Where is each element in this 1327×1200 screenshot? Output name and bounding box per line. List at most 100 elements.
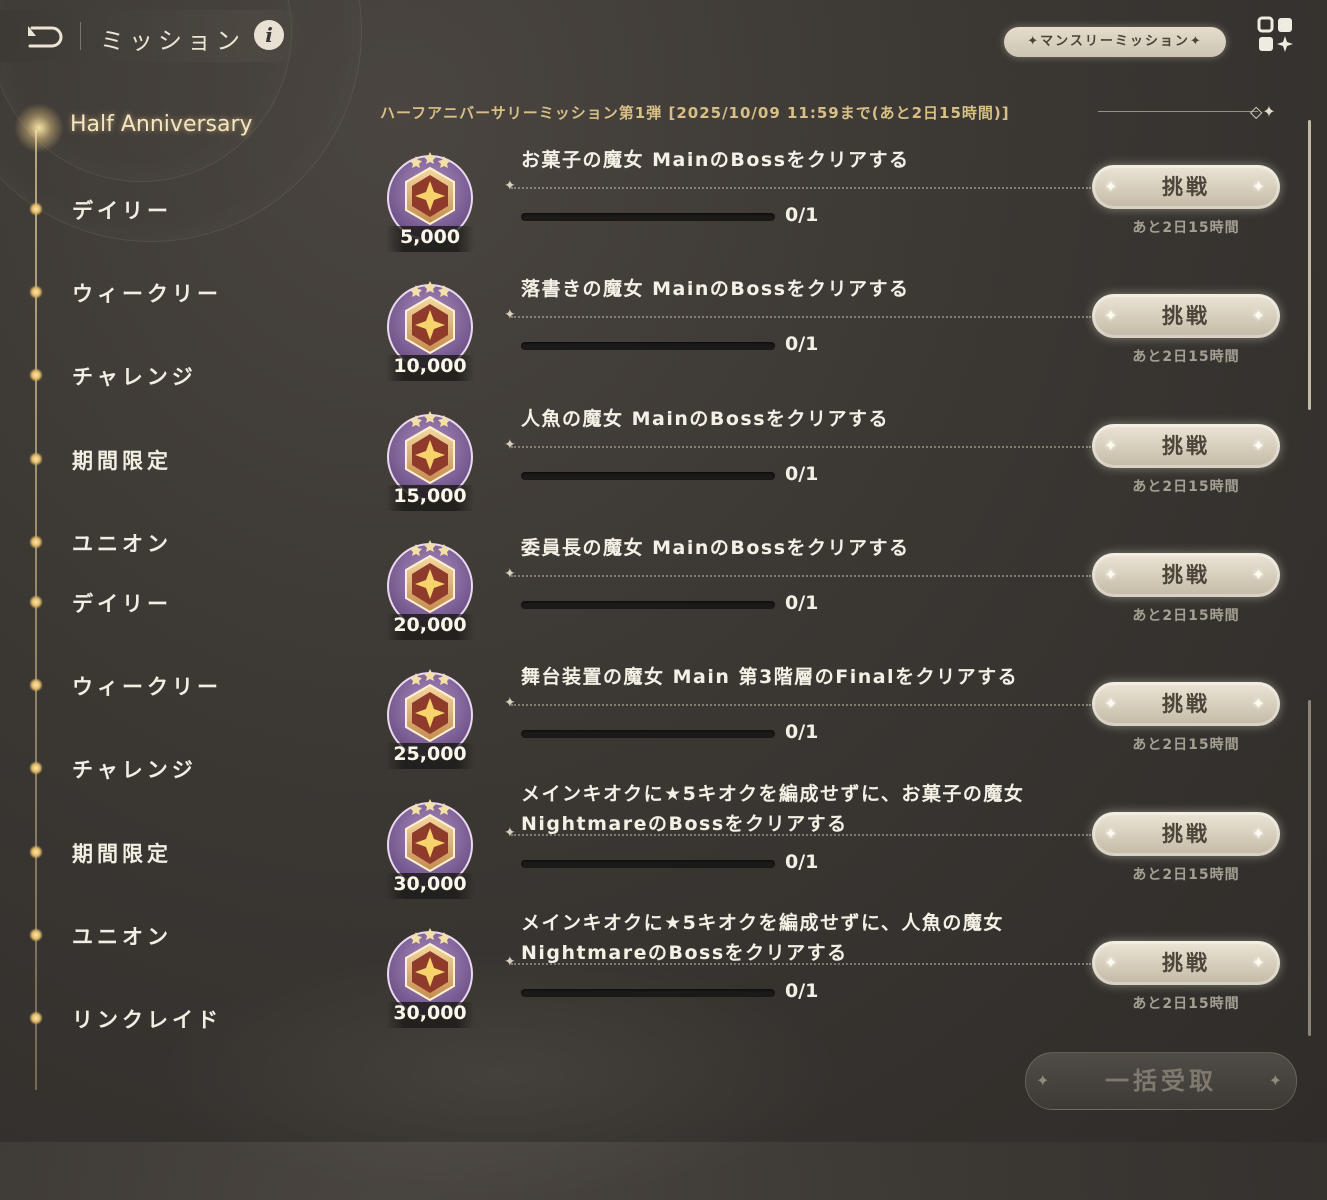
mission-title: 委員長の魔女 MainのBossをクリアする (521, 537, 910, 559)
challenge-button[interactable]: ✦ 挑戦 ✦ (1092, 553, 1280, 597)
divider (1098, 111, 1258, 112)
mission-title: 舞台装置の魔女 Main 第3階層のFinalをクリアする (521, 666, 1019, 688)
time-remaining: あと2日15時間 (1132, 996, 1240, 1012)
reward-amount: 10,000 (386, 355, 474, 381)
mission-row: 25,000 舞台装置の魔女 Main 第3階層のFinalをクリアする ✦ 0/1 ✦… (380, 657, 1300, 786)
bulk-claim-button[interactable]: ✦ 一括受取 ✦ (1025, 1052, 1297, 1110)
sidebar-item-label: 期間限定 (72, 842, 172, 866)
challenge-button[interactable]: ✦ 挑戦 ✦ (1092, 812, 1280, 856)
sidebar-item[interactable]: ユニオン (0, 915, 330, 955)
divider (511, 316, 1091, 318)
grid-menu-icon[interactable] (1257, 16, 1295, 54)
sidebar-item-label: リンクレイド (72, 1008, 222, 1032)
time-remaining: あと2日15時間 (1132, 867, 1240, 883)
sparkle-icon: ✦ (1104, 824, 1121, 843)
sidebar-item[interactable]: 期間限定 (0, 832, 330, 872)
sidebar-item[interactable]: ウィークリー (0, 272, 330, 312)
sidebar-item[interactable]: ウィークリー (0, 665, 330, 705)
bullet-icon (29, 595, 43, 609)
time-remaining: あと2日15時間 (1132, 349, 1240, 365)
progress-bar (521, 472, 775, 480)
sidebar-item[interactable]: チャレンジ (0, 355, 330, 395)
mission-title: お菓子の魔女 MainのBossをクリアする (521, 149, 910, 171)
sparkle-icon: ✦ (1268, 1071, 1286, 1090)
sidebar-item-label: ユニオン (72, 925, 172, 949)
divider (511, 963, 1091, 965)
scrollbar-thumb[interactable] (1308, 120, 1311, 410)
info-icon[interactable]: i (254, 20, 284, 50)
challenge-button[interactable]: ✦ 挑戦 ✦ (1092, 424, 1280, 468)
sparkle-icon: ✦ (1251, 565, 1268, 584)
diamond-icon: ✦ (504, 954, 516, 970)
bullet-icon (29, 761, 43, 775)
challenge-button[interactable]: ✦ 挑戦 ✦ (1092, 941, 1280, 985)
challenge-button-label: 挑戦 (1162, 304, 1210, 328)
diamond-icon: ✦ (504, 307, 516, 323)
bullet-icon (29, 202, 43, 216)
diamond-icon: ✦ (504, 695, 516, 711)
sidebar-item-label: デイリー (72, 592, 172, 616)
sidebar: Half Anniversary デイリー ウィークリー チャレンジ 期間限定 … (0, 100, 330, 1100)
mission-row: 30,000 メインキオクに★5キオクを編成せずに、人魚の魔女 Nightmare… (380, 912, 1300, 1045)
sidebar-item[interactable]: デイリー (0, 582, 330, 622)
diamond-icon: ✦ (504, 825, 516, 841)
progress-bar (521, 989, 775, 997)
sparkle-icon: ✦ (1104, 177, 1121, 196)
sidebar-item[interactable]: 期間限定 (0, 439, 330, 479)
bullet-icon (29, 285, 43, 299)
diamond-icon: ✦ (504, 437, 516, 453)
diamond-icon: ✦ (504, 178, 516, 194)
challenge-button[interactable]: ✦ 挑戦 ✦ (1092, 294, 1280, 338)
sidebar-item-label: ユニオン (72, 532, 172, 556)
mission-title: 落書きの魔女 MainのBossをクリアする (521, 278, 910, 300)
mission-row: 30,000 メインキオクに★5キオクを編成せずに、お菓子の魔女 Nightmar… (380, 783, 1300, 916)
mission-title: 人魚の魔女 MainのBossをクリアする (521, 408, 890, 430)
scrollbar-track[interactable] (1308, 700, 1311, 1036)
challenge-button[interactable]: ✦ 挑戦 ✦ (1092, 165, 1280, 209)
sparkle-icon: ✦ (1251, 306, 1268, 325)
diamond-icon: ✦ (504, 566, 516, 582)
reward-amount: 30,000 (386, 1002, 474, 1028)
challenge-button-label: 挑戦 (1162, 692, 1210, 716)
progress-bar (521, 730, 775, 738)
reward-amount: 30,000 (386, 873, 474, 899)
reward-amount: 25,000 (386, 743, 474, 769)
sidebar-item[interactable]: ユニオン (0, 522, 330, 562)
progress-bar (521, 213, 775, 221)
sidebar-item-label: チャレンジ (72, 758, 197, 782)
bullet-icon (29, 928, 43, 942)
event-header: ハーフアニバーサリーミッション第1弾 [2025/10/09 11:59まで(あ… (380, 104, 1010, 122)
sparkle-icon: ✦ (1251, 694, 1268, 713)
sparkle-icon: ✦ (1251, 436, 1268, 455)
sparkle-icon: ✦ (1036, 1071, 1054, 1090)
sparkle-icon: ✦ (1104, 436, 1121, 455)
divider (511, 187, 1091, 189)
active-marker-icon (14, 103, 64, 153)
time-remaining: あと2日15時間 (1132, 220, 1240, 236)
sidebar-item[interactable]: チャレンジ (0, 748, 330, 788)
monthly-mission-button[interactable]: ✦マンスリーミッション✦ (1004, 27, 1226, 57)
bullet-icon (29, 452, 43, 466)
sidebar-item-label: デイリー (72, 199, 172, 223)
sparkle-icon: ✦ (1251, 953, 1268, 972)
sidebar-item-label: 期間限定 (72, 449, 172, 473)
reward-amount: 20,000 (386, 614, 474, 640)
sidebar-item-half-anniversary[interactable]: Half Anniversary (70, 112, 253, 137)
time-remaining: あと2日15時間 (1132, 608, 1240, 624)
sparkle-icon: ✦ (1104, 306, 1121, 325)
progress-bar (521, 342, 775, 350)
sidebar-item[interactable]: デイリー (0, 189, 330, 229)
sidebar-item-label: ウィークリー (72, 675, 222, 699)
mission-row: 20,000 委員長の魔女 MainのBossをクリアする ✦ 0/1 ✦ 挑戦 ✦ あと2日… (380, 528, 1300, 657)
progress-text: 0/1 (785, 851, 819, 873)
progress-text: 0/1 (785, 980, 819, 1002)
mission-title: メインキオクに★5キオクを編成せずに、人魚の魔女 NightmareのBossを… (521, 912, 1004, 964)
mission-row: 10,000 落書きの魔女 MainのBossをクリアする ✦ 0/1 ✦ 挑戦 ✦ あと2日… (380, 269, 1300, 398)
sidebar-item[interactable]: リンクレイド (0, 998, 330, 1038)
challenge-button[interactable]: ✦ 挑戦 ✦ (1092, 682, 1280, 726)
progress-text: 0/1 (785, 333, 819, 355)
back-arrow-icon[interactable] (22, 20, 66, 52)
sparkle-icon: ✦ (1104, 694, 1121, 713)
bullet-icon (29, 368, 43, 382)
sidebar-item-label: ウィークリー (72, 282, 222, 306)
